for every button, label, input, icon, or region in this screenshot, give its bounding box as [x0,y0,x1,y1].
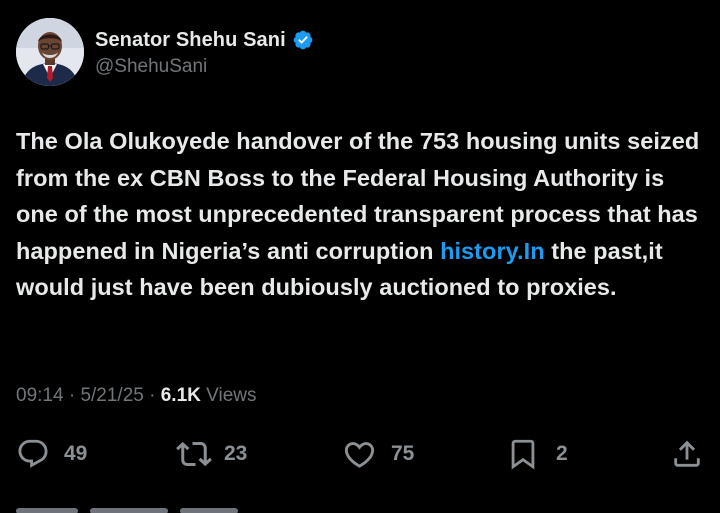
reply-button[interactable]: 49 [16,432,87,476]
meta-separator: · [68,385,76,406]
reply-icon [16,437,50,471]
tweet-text: The Ola Olukoyede handover of the 753 ho… [16,123,706,306]
author-handle[interactable]: @ShehuSani [95,56,314,78]
bookmark-button[interactable]: 2 [506,432,568,476]
author-display-name[interactable]: Senator Shehu Sani [95,29,286,52]
tweet-time[interactable]: 09:14 [16,385,64,406]
tweet-meta: 09:14 · 5/21/25 · 6.1K Views [16,385,257,407]
views-label: Views [206,385,257,406]
repost-icon [176,436,212,472]
bookmark-count: 2 [556,442,568,465]
action-bar: 49 23 75 2 [0,432,720,476]
views-count: 6.1K [160,385,201,406]
author-name-row: Senator Shehu Sani [95,27,314,53]
share-button[interactable] [670,432,704,476]
reply-count: 49 [64,442,88,465]
meta-separator: · [149,385,156,406]
share-icon [670,437,704,471]
repost-button[interactable]: 23 [176,432,247,476]
verified-badge-icon[interactable] [292,29,314,51]
like-button[interactable]: 75 [342,432,414,476]
like-count: 75 [391,442,415,465]
next-content-cutoff [16,500,276,513]
bookmark-icon [506,437,540,471]
avatar-image [16,18,84,86]
tweet-date[interactable]: 5/21/25 [80,385,143,406]
tweet-link[interactable]: history.In [440,238,545,264]
avatar[interactable] [16,18,84,86]
repost-count: 23 [224,442,248,465]
heart-icon [342,437,377,472]
tweet-post: Senator Shehu Sani @ShehuSani The Ola Ol… [0,0,720,513]
author-block: Senator Shehu Sani @ShehuSani [95,27,314,78]
